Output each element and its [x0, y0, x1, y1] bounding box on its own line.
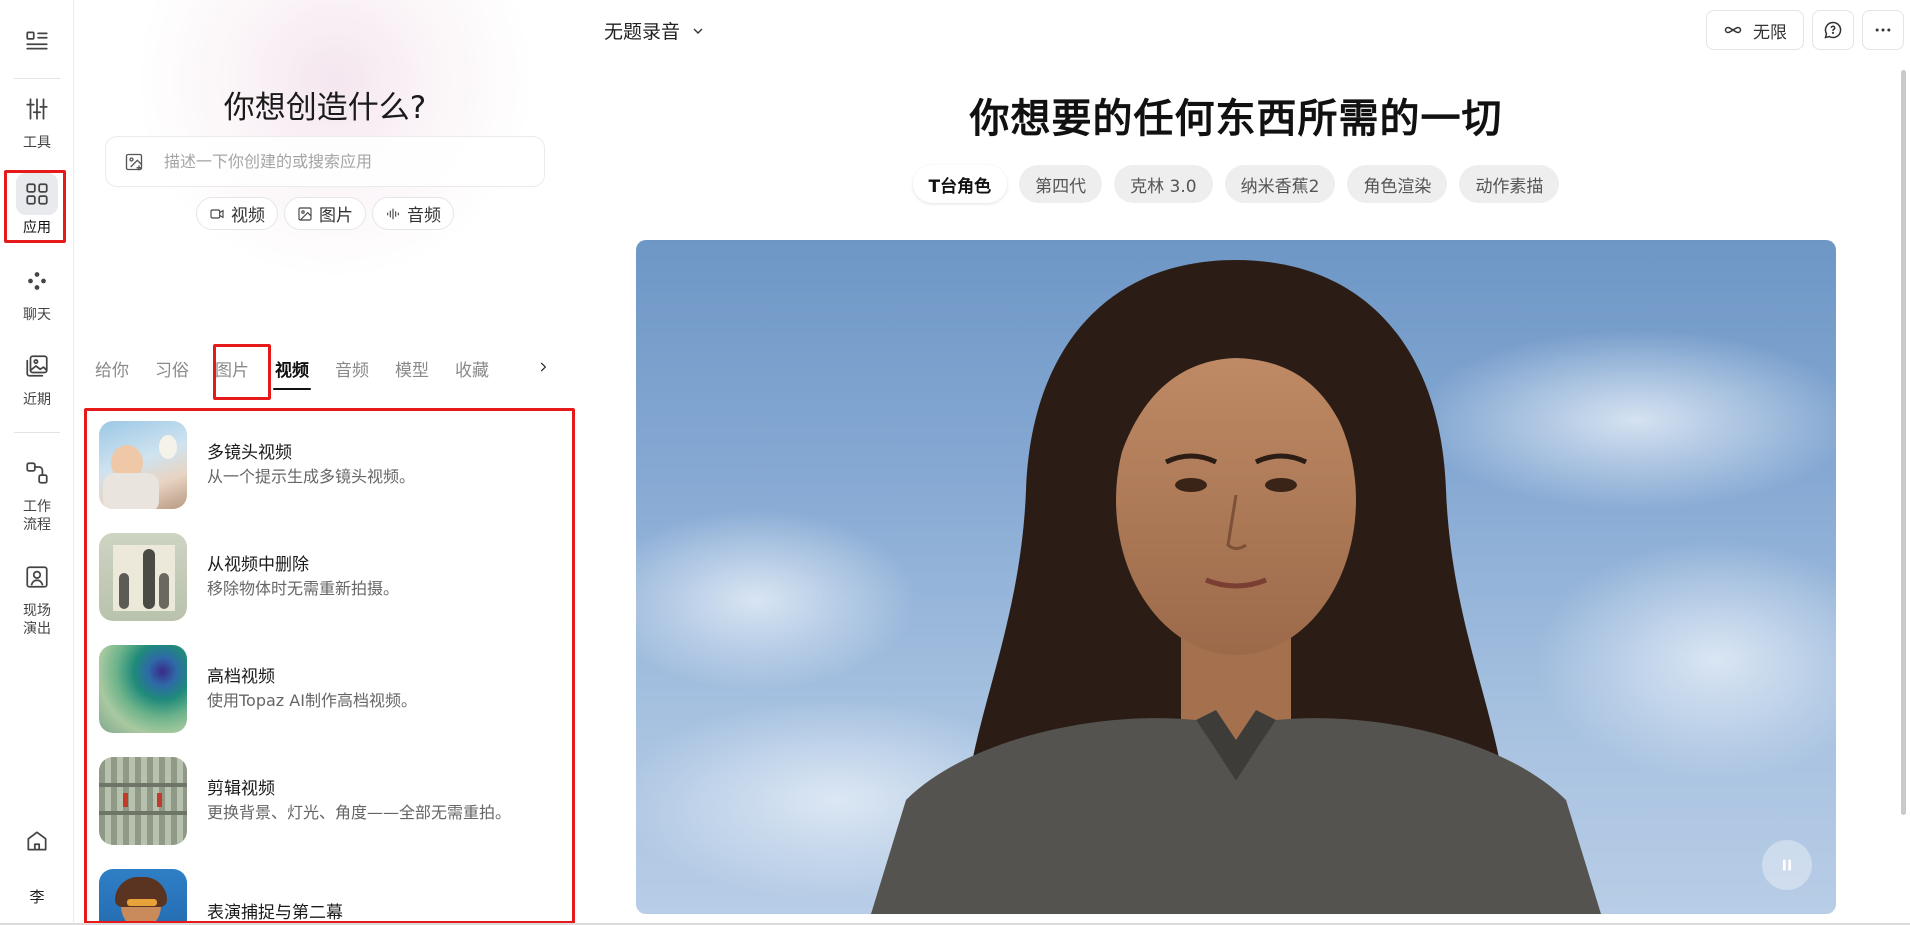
tab-custom[interactable]: 习俗 — [155, 356, 189, 381]
thumbnail-upscale-video — [99, 645, 187, 733]
list-item[interactable]: 多镜头视频 从一个提示生成多镜头视频。 — [99, 420, 549, 510]
pause-icon — [1783, 859, 1791, 871]
thumbnail-multishot — [99, 421, 187, 509]
app-list: 多镜头视频 从一个提示生成多镜头视频。 从视频中删除 移除物体时无需重新拍摄。 … — [85, 413, 565, 923]
avatar-initial: 李 — [29, 888, 45, 906]
chat-nodes-icon — [16, 260, 58, 302]
panel-title: 你想创造什么? — [223, 90, 427, 126]
main-area: 无题录音 无限 你想要的任何东西所需的一切 T台角色 第四代 克林 3.0 纳米… — [576, 0, 1910, 925]
chevron-down-icon — [693, 28, 703, 34]
unlimited-button[interactable]: 无限 — [1706, 10, 1804, 50]
thumbnail-remove-from-video — [99, 533, 187, 621]
rail-item-label: 应用 — [23, 220, 51, 236]
hero-video[interactable] — [636, 240, 1836, 914]
rail-item-label: 流程 — [23, 517, 51, 533]
tab-model[interactable]: 模型 — [395, 356, 429, 381]
rail-item-apps[interactable]: 应用 — [0, 173, 74, 237]
search-box[interactable] — [105, 136, 545, 187]
rail-item-home[interactable] — [0, 820, 74, 862]
pill-character-render[interactable]: 角色渲染 — [1347, 165, 1448, 203]
more-dots-icon — [1875, 28, 1891, 32]
image-stack-icon — [16, 345, 58, 387]
infinity-icon — [1724, 26, 1742, 34]
portrait-icon — [16, 556, 58, 598]
chip-image[interactable]: 图片 — [284, 197, 366, 230]
tab-for-you[interactable]: 给你 — [95, 356, 129, 381]
tab-audio[interactable]: 音频 — [335, 356, 369, 381]
tab-image[interactable]: 图片 — [215, 356, 249, 381]
tab-favorites[interactable]: 收藏 — [455, 356, 489, 381]
menu-list-icon — [16, 20, 58, 62]
rail-item-label: 聊天 — [23, 307, 51, 323]
hero-title: 你想要的任何东西所需的一切 — [969, 96, 1503, 142]
rail-item-tools[interactable]: 工具 — [0, 88, 74, 152]
media-filter-chips: 视频 图片 音频 — [75, 197, 575, 230]
pill-motion-sketch[interactable]: 动作素描 — [1459, 165, 1560, 203]
left-rail: 工具 应用 聊天 近期 工作 流程 现场 演出 李 — [0, 0, 74, 925]
main-scrollbar[interactable] — [1901, 70, 1906, 815]
item-desc: 从一个提示生成多镜头视频。 — [207, 467, 416, 486]
rail-item-label: 工具 — [23, 135, 51, 151]
list-item[interactable]: 从视频中删除 移除物体时无需重新拍摄。 — [99, 532, 549, 622]
list-item[interactable]: 剪辑视频 更换背景、灯光、角度——全部无需重拍。 — [99, 756, 549, 846]
thumbnail-edit-video — [99, 757, 187, 845]
chip-label: 音频 — [407, 206, 441, 226]
item-desc: 更换背景、灯光、角度——全部无需重拍。 — [207, 803, 512, 822]
feedback-button[interactable] — [1812, 10, 1854, 50]
help-chat-icon — [1824, 21, 1842, 39]
rail-item-recent[interactable]: 近期 — [0, 345, 74, 409]
doc-title: 无题录音 — [604, 21, 681, 43]
video-icon — [210, 208, 224, 219]
pause-button[interactable] — [1762, 840, 1812, 890]
chip-label: 视频 — [231, 206, 265, 226]
unlimited-label: 无限 — [1753, 22, 1787, 43]
rail-item-label: 工作 — [23, 499, 51, 515]
tabs-next-button[interactable] — [533, 357, 553, 377]
item-title: 从视频中删除 — [207, 555, 309, 575]
pill-gen4[interactable]: 第四代 — [1019, 165, 1103, 203]
rail-item-workflow[interactable]: 工作 流程 — [0, 452, 74, 534]
chevron-right-icon — [540, 362, 547, 372]
list-item[interactable]: 表演捕捉与第二幕 — [99, 868, 549, 923]
rail-item-label: 演出 — [23, 621, 51, 637]
item-desc: 移除物体时无需重新拍摄。 — [207, 579, 400, 598]
apps-panel: 你想创造什么? 视频 图片 音频 给你 习俗 图片 视频 音频 模型 收藏 — [75, 0, 575, 925]
rail-item-label: 近期 — [23, 392, 51, 408]
image-upload-icon[interactable] — [124, 152, 144, 172]
feature-pills: T台角色 第四代 克林 3.0 纳米香蕉2 角色渲染 动作素描 — [576, 165, 1896, 203]
item-desc: 使用Topaz AI制作高档视频。 — [207, 691, 417, 710]
item-title: 高档视频 — [207, 667, 275, 687]
workflow-icon — [16, 452, 58, 494]
grid-icon — [16, 173, 58, 215]
search-input[interactable] — [164, 152, 524, 171]
chip-video[interactable]: 视频 — [196, 197, 278, 230]
chip-audio[interactable]: 音频 — [372, 197, 454, 230]
category-tabs: 给你 习俗 图片 视频 音频 模型 收藏 — [95, 350, 565, 390]
more-button[interactable] — [1862, 10, 1904, 50]
audio-wave-icon — [387, 208, 399, 219]
home-icon — [16, 820, 58, 862]
item-title: 多镜头视频 — [207, 443, 292, 463]
pill-kling[interactable]: 克林 3.0 — [1114, 165, 1213, 203]
list-item[interactable]: 高档视频 使用Topaz AI制作高档视频。 — [99, 644, 549, 734]
rail-item-label: 现场 — [23, 603, 51, 619]
thumbnail-performance-capture — [99, 869, 187, 923]
sliders-icon — [16, 88, 58, 130]
chip-label: 图片 — [319, 206, 353, 226]
user-avatar[interactable]: 李 — [0, 884, 74, 906]
item-title: 剪辑视频 — [207, 779, 275, 799]
pill-nano-banana[interactable]: 纳米香蕉2 — [1224, 165, 1336, 203]
rail-item-live[interactable]: 现场 演出 — [0, 556, 74, 638]
portrait-video-frame — [636, 260, 1836, 914]
rail-item-chat[interactable]: 聊天 — [0, 260, 74, 324]
menu-button[interactable] — [0, 20, 74, 62]
doc-title-dropdown[interactable]: 无题录音 — [604, 17, 706, 44]
tab-video[interactable]: 视频 — [273, 356, 311, 390]
item-title: 表演捕捉与第二幕 — [207, 903, 343, 923]
image-icon — [298, 206, 312, 221]
pill-runway-character[interactable]: T台角色 — [912, 165, 1008, 203]
